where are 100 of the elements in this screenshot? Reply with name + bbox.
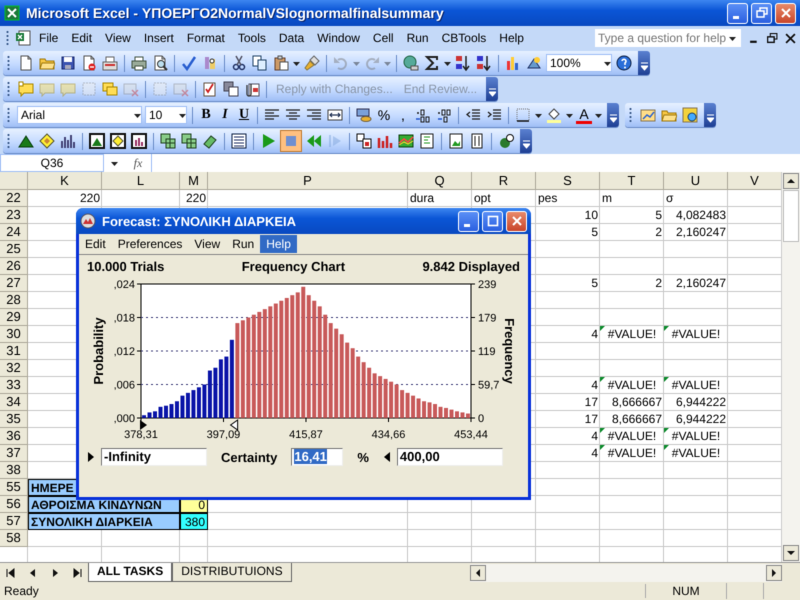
scroll-down-icon[interactable] (783, 545, 799, 561)
row-header[interactable]: 25 (0, 241, 28, 258)
lower-limit-marker-icon[interactable] (140, 420, 147, 430)
scroll-right-icon[interactable] (766, 564, 782, 580)
menu-item[interactable]: Run (400, 29, 435, 47)
help-search-field[interactable]: Type a question for help (594, 28, 742, 48)
forecast-icon[interactable] (60, 133, 76, 149)
lower-limit-field[interactable]: -Infinity (101, 448, 207, 466)
certainty-field[interactable]: 16,41 (291, 448, 344, 466)
borders-icon[interactable] (515, 107, 531, 123)
sort-descending-icon[interactable] (476, 55, 492, 71)
row-header[interactable]: 36 (0, 428, 28, 445)
font-size-dropdown[interactable]: 10 (145, 106, 187, 124)
document-stop-icon[interactable] (81, 55, 97, 71)
scroll-thumb[interactable] (783, 190, 799, 242)
toolbar-options-button[interactable] (520, 129, 532, 153)
menu-item[interactable]: Tools (232, 29, 272, 47)
row-header[interactable]: 38 (0, 462, 28, 479)
row-header[interactable]: 56 (0, 496, 28, 513)
drawing-icon[interactable] (526, 55, 542, 71)
report-icon[interactable] (448, 133, 464, 149)
upper-limit-field[interactable]: 400,00 (396, 448, 503, 466)
close-button[interactable] (775, 2, 796, 24)
menu-item[interactable]: Cell (366, 29, 400, 47)
menu-item[interactable]: Edit (65, 29, 98, 47)
toolbar-grip[interactable] (7, 81, 10, 97)
row-header[interactable]: 37 (0, 445, 28, 462)
decrease-decimal-icon[interactable] (436, 107, 452, 123)
minimize-button[interactable] (458, 210, 479, 232)
upper-limit-marker-icon[interactable] (230, 419, 238, 431)
first-sheet-icon[interactable] (5, 566, 17, 578)
row-header[interactable]: 26 (0, 258, 28, 275)
menu-item[interactable]: Format (180, 29, 231, 47)
vertical-scrollbar[interactable] (781, 172, 800, 562)
restore-button[interactable] (751, 2, 772, 24)
font-color-button[interactable]: A (576, 106, 592, 124)
menu-item[interactable]: Preferences (112, 235, 188, 253)
toolbar-options-button[interactable] (704, 103, 716, 127)
print-preview-icon[interactable] (152, 55, 168, 71)
maximize-button[interactable] (482, 210, 503, 232)
menu-item[interactable]: View (99, 29, 137, 47)
style-button[interactable]: I (217, 107, 233, 123)
insert-function-button[interactable]: fx (125, 156, 151, 170)
sheet-tab[interactable]: ALL TASKS (88, 563, 172, 582)
row-header[interactable]: 28 (0, 292, 28, 309)
increase-decimal-icon[interactable] (415, 107, 431, 123)
menu-item[interactable]: Help (493, 29, 530, 47)
toolbar-grip[interactable] (629, 107, 632, 123)
name-box[interactable]: Q36 (0, 154, 104, 172)
sheet-tab[interactable]: DISTRIBUTUIONS (172, 563, 292, 582)
select-decision-icon[interactable] (110, 133, 126, 149)
menu-item[interactable]: Insert (138, 29, 180, 47)
select-assumption-icon[interactable] (89, 133, 105, 149)
comma-style-button[interactable]: , (395, 107, 411, 123)
menu-item[interactable]: Window (311, 29, 366, 47)
sum-icon[interactable] (424, 55, 440, 71)
toolbar-grip[interactable] (7, 55, 10, 71)
copy-icon[interactable] (252, 55, 268, 71)
column-header[interactable]: V (728, 172, 781, 190)
restore-icon[interactable] (767, 32, 778, 44)
row-header[interactable]: 29 (0, 309, 28, 326)
paste-icon[interactable] (273, 55, 289, 71)
scroll-up-icon[interactable] (783, 173, 799, 189)
save-icon[interactable] (60, 55, 76, 71)
document-icon[interactable] (15, 30, 31, 46)
toolbar-grip[interactable] (7, 107, 10, 123)
menu-item[interactable]: Data (272, 29, 310, 47)
close-button[interactable] (506, 210, 527, 232)
row-header[interactable]: 24 (0, 224, 28, 241)
row-header[interactable]: 33 (0, 377, 28, 394)
toolbar-grip[interactable] (7, 133, 10, 149)
row-header[interactable]: 27 (0, 275, 28, 292)
cut-icon[interactable] (231, 55, 247, 71)
minimize-button[interactable] (727, 2, 748, 24)
row-header[interactable]: 58 (0, 530, 28, 547)
row-header[interactable]: 57 (0, 513, 28, 530)
format-painter-icon[interactable] (304, 55, 320, 71)
sort-ascending-icon[interactable] (455, 55, 471, 71)
scroll-left-icon[interactable] (470, 564, 486, 580)
style-button[interactable]: U (236, 107, 252, 123)
menu-item[interactable]: Edit (79, 235, 112, 253)
decision-icon[interactable] (39, 133, 55, 149)
chart-wizard-icon[interactable] (640, 107, 656, 123)
column-header[interactable]: M (180, 172, 208, 190)
new-comment-icon[interactable] (18, 81, 34, 97)
zoom-dropdown[interactable]: 100% (546, 54, 612, 72)
column-header[interactable]: T (600, 172, 664, 190)
row-header[interactable]: 32 (0, 360, 28, 377)
new-document-icon[interactable] (18, 55, 34, 71)
last-sheet-icon[interactable] (71, 566, 83, 578)
row-header[interactable]: 55 (0, 479, 28, 496)
menu-item[interactable]: View (188, 235, 226, 253)
row-header[interactable]: 31 (0, 343, 28, 360)
spelling-check-icon[interactable] (181, 55, 197, 71)
show-all-comments-icon[interactable] (102, 81, 118, 97)
row-header[interactable]: 22 (0, 190, 28, 207)
reset-icon[interactable] (306, 133, 322, 149)
row-header[interactable]: 30 (0, 326, 28, 343)
toolbar-options-button[interactable] (486, 77, 498, 101)
toolbar-grip[interactable] (6, 30, 9, 46)
